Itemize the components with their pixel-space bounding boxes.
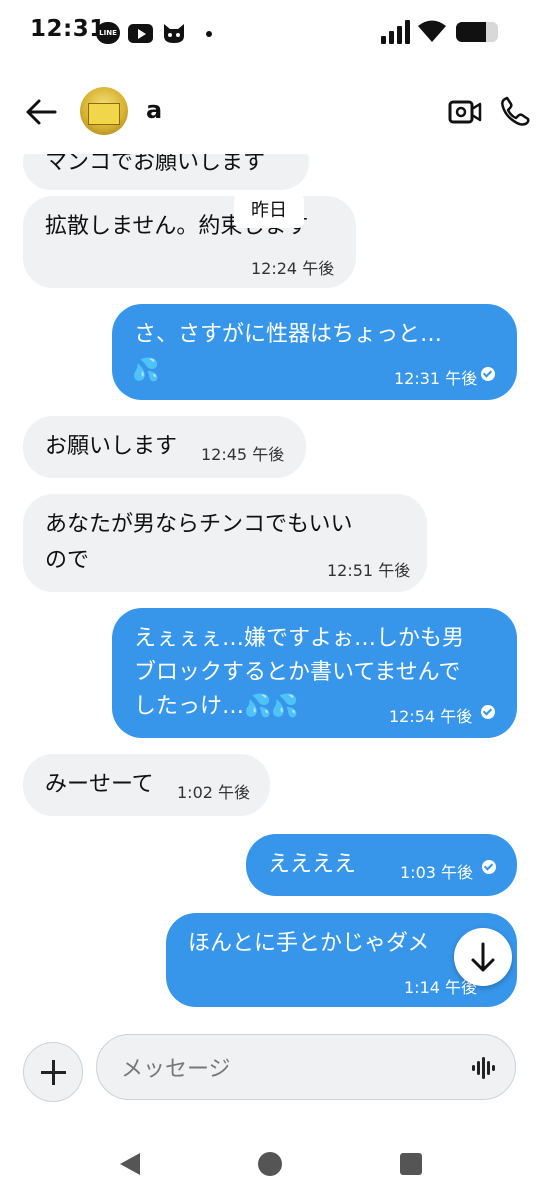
message-bubble[interactable]: 拡散しません。約束します 12:24 午後 xyxy=(23,196,356,288)
add-attachment-button[interactable] xyxy=(23,1042,83,1102)
status-time: 12:31 xyxy=(30,16,106,42)
waveform-icon[interactable] xyxy=(471,1057,497,1079)
message-input-placeholder: メッセージ xyxy=(121,1057,231,1082)
message-text-line2: ので xyxy=(45,548,90,573)
battery-level xyxy=(456,22,487,42)
arrow-down-icon xyxy=(471,942,495,972)
message-composer: メッセージ xyxy=(0,1026,540,1122)
nav-back-icon[interactable] xyxy=(118,1152,142,1176)
message-input[interactable]: メッセージ xyxy=(96,1034,516,1100)
message-text: さ、さすがに性器はちょっと… xyxy=(134,322,443,347)
message-text: お願いします xyxy=(45,434,178,459)
read-check-icon xyxy=(481,367,495,381)
message-text: ええええ xyxy=(268,852,357,877)
message-text: マンコでお願いします xyxy=(45,154,266,175)
message-bubble[interactable]: えぇぇぇ…嫌ですよぉ…しかも男 ブロックするとか書いてませんで したっけ…💦💦 … xyxy=(112,608,517,738)
message-bubble[interactable]: ええええ 1:03 午後 xyxy=(246,834,517,896)
youtube-icon xyxy=(128,24,153,43)
message-text-line3: したっけ…💦💦 xyxy=(134,694,299,719)
nav-recents-icon[interactable] xyxy=(400,1153,422,1175)
notification-dot-icon xyxy=(206,31,212,37)
date-separator: 昨日 xyxy=(234,194,304,228)
read-check-icon xyxy=(482,860,496,874)
message-text: えぇぇぇ…嫌ですよぉ…しかも男 xyxy=(134,626,465,651)
arrow-left-icon[interactable] xyxy=(24,96,58,128)
avatar[interactable] xyxy=(80,87,128,135)
message-text: ほんとに手とかじゃダメ xyxy=(188,931,430,956)
cat-app-icon xyxy=(164,24,184,43)
line-app-icon: LINE xyxy=(96,22,120,44)
message-text: みーせーて xyxy=(45,772,154,797)
message-bubble[interactable]: お願いします 12:45 午後 xyxy=(23,416,306,478)
message-time: 12:45 午後 xyxy=(201,445,285,464)
message-bubble[interactable]: みーせーて 1:02 午後 xyxy=(23,754,270,816)
message-time: 12:54 午後 xyxy=(389,707,473,726)
message-time: 12:31 午後 xyxy=(394,369,478,388)
nav-home-icon[interactable] xyxy=(258,1152,282,1176)
video-camera-icon[interactable] xyxy=(448,98,482,126)
contact-name[interactable]: a xyxy=(146,96,162,124)
battery-icon xyxy=(456,22,498,42)
message-time: 1:03 午後 xyxy=(400,863,474,882)
message-bubble[interactable]: あなたが男ならチンコでもいい ので 12:51 午後 xyxy=(23,494,427,592)
scroll-to-bottom-button[interactable] xyxy=(454,928,512,986)
message-list[interactable]: マンコでお願いします 昨日 拡散しません。約束します 12:24 午後 さ、さす… xyxy=(0,154,540,1026)
wifi-icon xyxy=(418,20,446,42)
phone-icon[interactable] xyxy=(500,96,530,126)
signal-icon xyxy=(381,20,410,44)
message-bubble[interactable]: さ、さすがに性器はちょっと… 💦 12:31 午後 xyxy=(112,304,517,400)
chat-header: a xyxy=(0,70,540,154)
message-time: 1:02 午後 xyxy=(177,783,251,802)
system-nav-bar xyxy=(0,1122,540,1199)
message-text-line2: ブロックするとか書いてませんで xyxy=(134,660,461,685)
message-text: あなたが男ならチンコでもいい xyxy=(45,512,353,537)
message-time: 12:24 午後 xyxy=(251,259,335,278)
message-emoji: 💦 xyxy=(132,358,160,383)
message-bubble[interactable]: マンコでお願いします xyxy=(23,154,309,190)
read-check-icon xyxy=(481,705,495,719)
message-time: 12:51 午後 xyxy=(327,561,411,580)
avatar-image xyxy=(88,103,120,125)
status-bar: 12:31 LINE xyxy=(0,0,540,66)
